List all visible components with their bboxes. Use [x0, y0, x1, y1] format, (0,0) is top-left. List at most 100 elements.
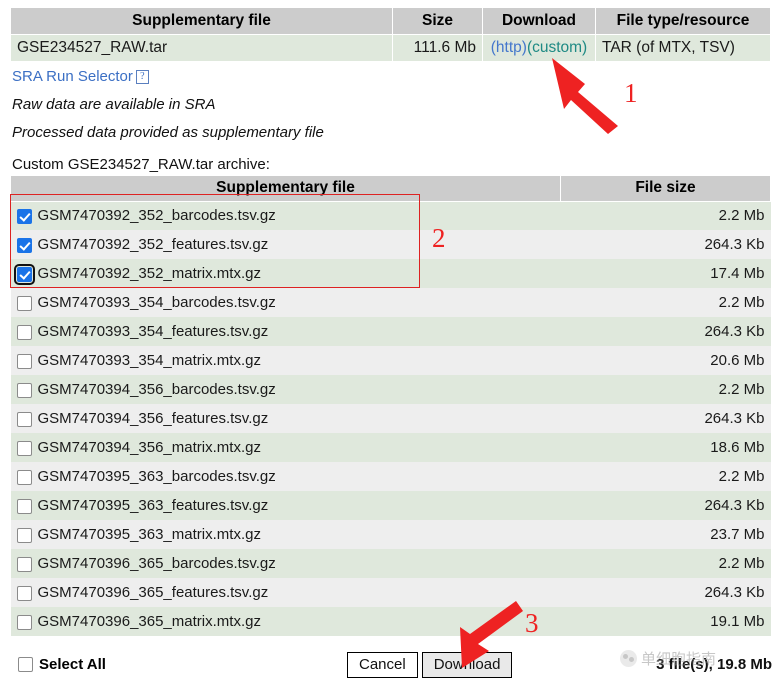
- file-name-cell: GSM7470392_352_features.tsv.gz: [10, 230, 561, 259]
- select-all-label: Select All: [39, 656, 106, 673]
- file-name-label: GSM7470396_365_features.tsv.gz: [37, 583, 269, 601]
- http-download-link[interactable]: (http): [491, 39, 527, 56]
- file-name-cell: GSM7470395_363_barcodes.tsv.gz: [10, 462, 561, 491]
- file-checkbox[interactable]: [16, 353, 32, 369]
- file-name-label: GSM7470395_363_features.tsv.gz: [37, 496, 269, 514]
- file-name-label: GSM7470392_352_barcodes.tsv.gz: [37, 206, 276, 224]
- cancel-button[interactable]: Cancel: [347, 652, 418, 678]
- file-size-cell: 264.3 Kb: [560, 317, 771, 346]
- file-name-label: GSM7470396_365_matrix.mtx.gz: [37, 612, 261, 630]
- table-row: GSM7470395_363_features.tsv.gz 264.3 Kb: [10, 491, 771, 520]
- table-row: GSM7470394_356_matrix.mtx.gz 18.6 Mb: [10, 433, 771, 462]
- file-checkbox[interactable]: [16, 440, 32, 456]
- download-button[interactable]: Download: [421, 652, 513, 678]
- geo-supplementary-download-page: Supplementary file Size Download File ty…: [0, 0, 780, 695]
- table-row: GSM7470394_356_features.tsv.gz 264.3 Kb: [10, 404, 771, 433]
- file-checkbox[interactable]: [16, 208, 32, 224]
- notes-block: SRA Run Selector? Raw data are available…: [12, 66, 324, 144]
- file-name-cell: GSM7470393_354_matrix.mtx.gz: [10, 346, 561, 375]
- file-name-cell: GSM7470396_365_features.tsv.gz: [10, 578, 561, 607]
- annotation-number-1: 1: [624, 78, 638, 108]
- table-row: GSM7470392_352_matrix.mtx.gz 17.4 Mb: [10, 259, 771, 288]
- top-table-header-row: Supplementary file Size Download File ty…: [10, 8, 771, 35]
- top-col-supplementary-file: Supplementary file: [10, 8, 393, 35]
- file-name-label: GSM7470392_352_features.tsv.gz: [37, 235, 269, 253]
- table-row: GSM7470393_354_barcodes.tsv.gz 2.2 Mb: [10, 288, 771, 317]
- top-col-file-type: File type/resource: [595, 8, 771, 35]
- table-row: GSM7470393_354_matrix.mtx.gz 20.6 Mb: [10, 346, 771, 375]
- file-checkbox[interactable]: [16, 585, 32, 601]
- custom-download-link[interactable]: (custom): [527, 39, 587, 56]
- file-name-cell: GSM7470393_354_barcodes.tsv.gz: [10, 288, 561, 317]
- file-size-cell: 2.2 Mb: [560, 288, 771, 317]
- file-checkbox[interactable]: [16, 411, 32, 427]
- help-icon[interactable]: ?: [135, 70, 149, 84]
- file-checkbox[interactable]: [16, 295, 32, 311]
- table-row: GSM7470396_365_barcodes.tsv.gz 2.2 Mb: [10, 549, 771, 578]
- raw-tar-filetype: TAR (of MTX, TSV): [595, 34, 771, 62]
- raw-tar-filename: GSE234527_RAW.tar: [10, 34, 393, 62]
- table-row: GSM7470396_365_features.tsv.gz 264.3 Kb: [10, 578, 771, 607]
- file-checkbox[interactable]: [16, 614, 32, 630]
- footer-button-row: Cancel Download: [347, 652, 513, 678]
- file-size-cell: 2.2 Mb: [560, 462, 771, 491]
- file-checkbox[interactable]: [13, 263, 35, 285]
- file-name-cell: GSM7470394_356_features.tsv.gz: [10, 404, 561, 433]
- file-checkbox[interactable]: [16, 382, 32, 398]
- select-all-control[interactable]: Select All: [18, 656, 106, 673]
- file-name-label: GSM7470395_363_barcodes.tsv.gz: [37, 467, 276, 485]
- file-size-cell: 2.2 Mb: [560, 549, 771, 578]
- file-size-cell: 264.3 Kb: [560, 230, 771, 259]
- table-row: GSM7470392_352_features.tsv.gz 264.3 Kb: [10, 230, 771, 259]
- file-name-cell: GSM7470394_356_matrix.mtx.gz: [10, 433, 561, 462]
- custom-archive-file-table: Supplementary file File size GSM7470392_…: [10, 176, 771, 636]
- table-row: GSM7470395_363_barcodes.tsv.gz 2.2 Mb: [10, 462, 771, 491]
- selection-status-text: 3 file(s), 19.8 Mb: [656, 656, 772, 673]
- file-checkbox[interactable]: [16, 469, 32, 485]
- file-name-cell: GSM7470393_354_features.tsv.gz: [10, 317, 561, 346]
- file-name-label: GSM7470394_356_features.tsv.gz: [37, 409, 269, 427]
- file-size-cell: 2.2 Mb: [560, 201, 771, 230]
- table-row: GSM7470394_356_barcodes.tsv.gz 2.2 Mb: [10, 375, 771, 404]
- file-checkbox[interactable]: [16, 237, 32, 253]
- file-name-label: GSM7470395_363_matrix.mtx.gz: [37, 525, 261, 543]
- table-row: GSM7470396_365_matrix.mtx.gz 19.1 Mb: [10, 607, 771, 636]
- file-size-cell: 17.4 Mb: [560, 259, 771, 288]
- file-size-cell: 2.2 Mb: [560, 375, 771, 404]
- file-name-label: GSM7470394_356_barcodes.tsv.gz: [37, 380, 276, 398]
- annotation-arrow-1: [552, 58, 618, 134]
- download-links-cell: (http)(custom): [482, 34, 596, 62]
- raw-data-note: Raw data are available in SRA: [12, 96, 216, 113]
- table-row: GSM7470393_354_features.tsv.gz 264.3 Kb: [10, 317, 771, 346]
- select-all-checkbox[interactable]: [18, 657, 33, 672]
- file-size-cell: 264.3 Kb: [560, 491, 771, 520]
- file-name-label: GSM7470394_356_matrix.mtx.gz: [37, 438, 261, 456]
- table-row: GSM7470395_363_matrix.mtx.gz 23.7 Mb: [10, 520, 771, 549]
- file-size-cell: 18.6 Mb: [560, 433, 771, 462]
- file-checkbox[interactable]: [16, 498, 32, 514]
- file-name-label: GSM7470393_354_matrix.mtx.gz: [37, 351, 261, 369]
- file-name-label: GSM7470393_354_barcodes.tsv.gz: [37, 293, 276, 311]
- file-name-cell: GSM7470395_363_matrix.mtx.gz: [10, 520, 561, 549]
- file-name-cell: GSM7470396_365_matrix.mtx.gz: [10, 607, 561, 636]
- file-name-cell: GSM7470392_352_barcodes.tsv.gz: [10, 201, 561, 230]
- file-name-label: GSM7470396_365_barcodes.tsv.gz: [37, 554, 276, 572]
- file-size-cell: 264.3 Kb: [560, 578, 771, 607]
- file-name-label: GSM7470392_352_matrix.mtx.gz: [37, 264, 261, 282]
- file-checkbox[interactable]: [16, 556, 32, 572]
- file-size-cell: 23.7 Mb: [560, 520, 771, 549]
- footer-bar: Select All Cancel Download 3 file(s), 19…: [0, 648, 780, 688]
- file-table-body: GSM7470392_352_barcodes.tsv.gz 2.2 Mb GSM7…: [10, 201, 771, 636]
- table-row: GSM7470392_352_barcodes.tsv.gz 2.2 Mb: [10, 201, 771, 230]
- table-row: GSE234527_RAW.tar 111.6 Mb (http)(custom…: [10, 34, 771, 62]
- file-name-cell: GSM7470394_356_barcodes.tsv.gz: [10, 375, 561, 404]
- sra-run-selector-link[interactable]: SRA Run Selector: [12, 68, 133, 85]
- top-col-download: Download: [482, 8, 596, 35]
- file-name-cell: GSM7470392_352_matrix.mtx.gz: [10, 259, 561, 288]
- raw-tar-size: 111.6 Mb: [392, 34, 483, 62]
- processed-data-note: Processed data provided as supplementary…: [12, 124, 324, 141]
- file-col-supplementary-file: Supplementary file: [10, 176, 561, 202]
- file-checkbox[interactable]: [16, 324, 32, 340]
- file-checkbox[interactable]: [16, 527, 32, 543]
- sra-run-selector-line: SRA Run Selector?: [12, 66, 324, 88]
